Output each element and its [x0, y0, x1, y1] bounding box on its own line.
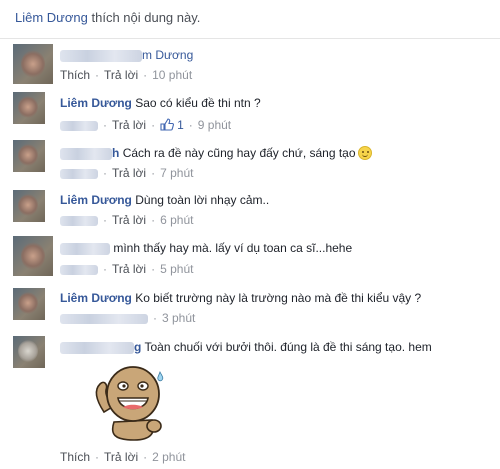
- like-notice-bar: Liêm Dương thích nội dung này.: [0, 0, 500, 38]
- comment-actions: · Trả lời · 1 · 9 phút: [60, 118, 231, 132]
- comment-actions: · Trả lời · 5 phút: [60, 262, 193, 276]
- comment-actions: · 3 phút: [60, 311, 195, 325]
- comment-time[interactable]: 6 phút: [160, 213, 193, 227]
- comment-author[interactable]: Liêm Dương: [60, 193, 132, 207]
- comment-actions: Thích · Trả lời · 2 phút: [60, 450, 186, 464]
- reply-link[interactable]: Trả lời: [112, 118, 146, 132]
- comment-author[interactable]: Liêm Dương: [60, 291, 132, 305]
- comment-text: mình thấy hay mà. lấy ví dụ toan ca sĩ..…: [113, 241, 353, 255]
- comment-text: Cách ra đề này cũng hay đấy chứ, sáng tạ…: [122, 146, 356, 160]
- reply-link[interactable]: Trả lời: [104, 450, 138, 464]
- comment-line: Liêm Dương Sao có kiểu đề thi ntn ?: [60, 96, 261, 110]
- comment-text: Ko biết trường này là trường nào mà đề t…: [135, 291, 422, 305]
- like-notice: Liêm Dương thích nội dung này.: [15, 10, 200, 25]
- comment-author[interactable]: h: [112, 146, 119, 160]
- comment-author-line: m Dương: [60, 48, 193, 62]
- blurred-like-link: [60, 168, 98, 179]
- reply-link[interactable]: Trả lời: [112, 213, 146, 227]
- comment-time[interactable]: 7 phút: [160, 166, 193, 180]
- blurred-like-link: [60, 215, 98, 226]
- comment-line: Liêm Dương Dùng toàn lời nhạy cảm..: [60, 193, 269, 207]
- comment-time[interactable]: 2 phút: [152, 450, 185, 464]
- comment-actions: Thích · Trả lời · 10 phút: [60, 68, 193, 82]
- avatar[interactable]: [13, 92, 45, 124]
- thumbs-up-icon: [160, 118, 175, 131]
- comment-author[interactable]: Liêm Dương: [60, 96, 132, 110]
- like-count[interactable]: 1: [177, 118, 184, 132]
- blurred-actions: [60, 313, 148, 324]
- comment-actions: · Trả lời · 6 phút: [60, 213, 193, 227]
- reply-link[interactable]: Trả lời: [112, 166, 146, 180]
- blurred-name: [60, 147, 112, 160]
- avatar[interactable]: [13, 140, 45, 172]
- like-link[interactable]: Thích: [60, 68, 90, 82]
- avatar[interactable]: [13, 236, 53, 276]
- comment-author[interactable]: m Dương: [142, 48, 193, 62]
- comment-time[interactable]: 5 phút: [160, 262, 193, 276]
- blurred-like-link: [60, 120, 98, 131]
- avatar[interactable]: [13, 190, 45, 222]
- comment-line: g Toàn chuối với bưởi thôi. đúng là đề t…: [60, 340, 432, 354]
- comment-author[interactable]: g: [134, 340, 141, 354]
- comment-time[interactable]: 9 phút: [198, 118, 231, 132]
- like-link[interactable]: Thích: [60, 450, 90, 464]
- reply-link[interactable]: Trả lời: [112, 262, 146, 276]
- like-notice-text: thích nội dung này.: [87, 10, 201, 25]
- avatar[interactable]: [13, 336, 45, 368]
- divider: [0, 38, 500, 39]
- reply-link[interactable]: Trả lời: [104, 68, 138, 82]
- liker-name[interactable]: Liêm Dương: [15, 10, 88, 25]
- comment-line: mình thấy hay mà. lấy ví dụ toan ca sĩ..…: [60, 241, 352, 255]
- smiley-emoji-icon: [357, 146, 372, 160]
- comment-time[interactable]: 10 phút: [152, 68, 192, 82]
- blurred-name: [60, 242, 110, 255]
- avatar[interactable]: [13, 288, 45, 320]
- comment-text: Dùng toàn lời nhạy cảm..: [135, 193, 270, 207]
- comment-line: Liêm Dương Ko biết trường này là trường …: [60, 291, 421, 305]
- blurred-name: [60, 341, 134, 354]
- comment-actions: · Trả lời · 7 phút: [60, 166, 193, 180]
- comment-line: h Cách ra đề này cũng hay đấy chứ, sáng …: [60, 146, 372, 160]
- comment-text: Sao có kiểu đề thi ntn ?: [135, 96, 261, 110]
- comment-time[interactable]: 3 phút: [162, 311, 195, 325]
- blurred-like-link: [60, 264, 98, 275]
- comment-text: Toàn chuối với bưởi thôi. đúng là đề thi…: [144, 340, 432, 354]
- laughing-sticker-image: [95, 366, 164, 441]
- avatar[interactable]: [13, 44, 53, 84]
- blurred-name: [60, 49, 142, 62]
